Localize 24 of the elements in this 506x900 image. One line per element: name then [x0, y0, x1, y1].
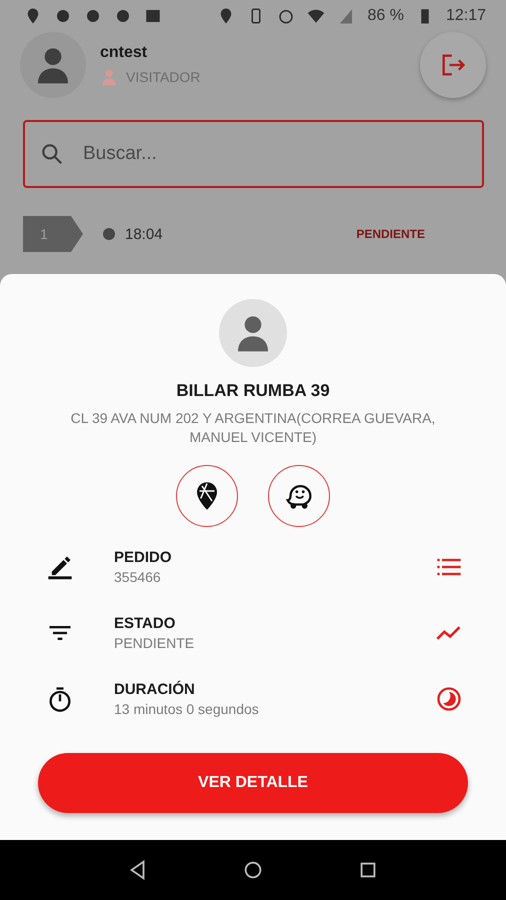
- maps-button[interactable]: [176, 465, 238, 527]
- search-bar[interactable]: Buscar...: [23, 120, 484, 188]
- waze-button[interactable]: [268, 465, 330, 527]
- timer-icon: [435, 685, 463, 713]
- logout-button[interactable]: [420, 32, 486, 98]
- place-title: BILLAR RUMBA 39: [176, 381, 330, 401]
- battery-level: 86 %: [367, 7, 404, 25]
- wifi-icon: [307, 7, 326, 25]
- user-name: cntest: [100, 44, 148, 62]
- detail-value: PENDIENTE: [114, 635, 196, 651]
- detail-label: DURACIÓN: [114, 681, 196, 698]
- order-status: PENDIENTE: [356, 227, 425, 241]
- detail-button[interactable]: VER DETALLE: [38, 753, 468, 813]
- detail-label: ESTADO: [114, 615, 176, 632]
- order-time: 18:04: [125, 226, 164, 242]
- detail-label: PEDIDO: [114, 549, 173, 566]
- detail-value: 13 minutos 0 segundos: [114, 701, 260, 717]
- person-icon: [100, 68, 118, 86]
- detail-value: 355466: [114, 569, 162, 585]
- place-address: CL 39 AVA NUM 202 Y ARGENTINA(CORREA GUEVARA, MANUEL VICENTE): [70, 409, 436, 447]
- search-field[interactable]: Buscar...: [81, 142, 468, 166]
- timeline-dot: [103, 228, 115, 240]
- order-number-tag: 1: [23, 216, 83, 252]
- clock: 12:17: [446, 7, 486, 25]
